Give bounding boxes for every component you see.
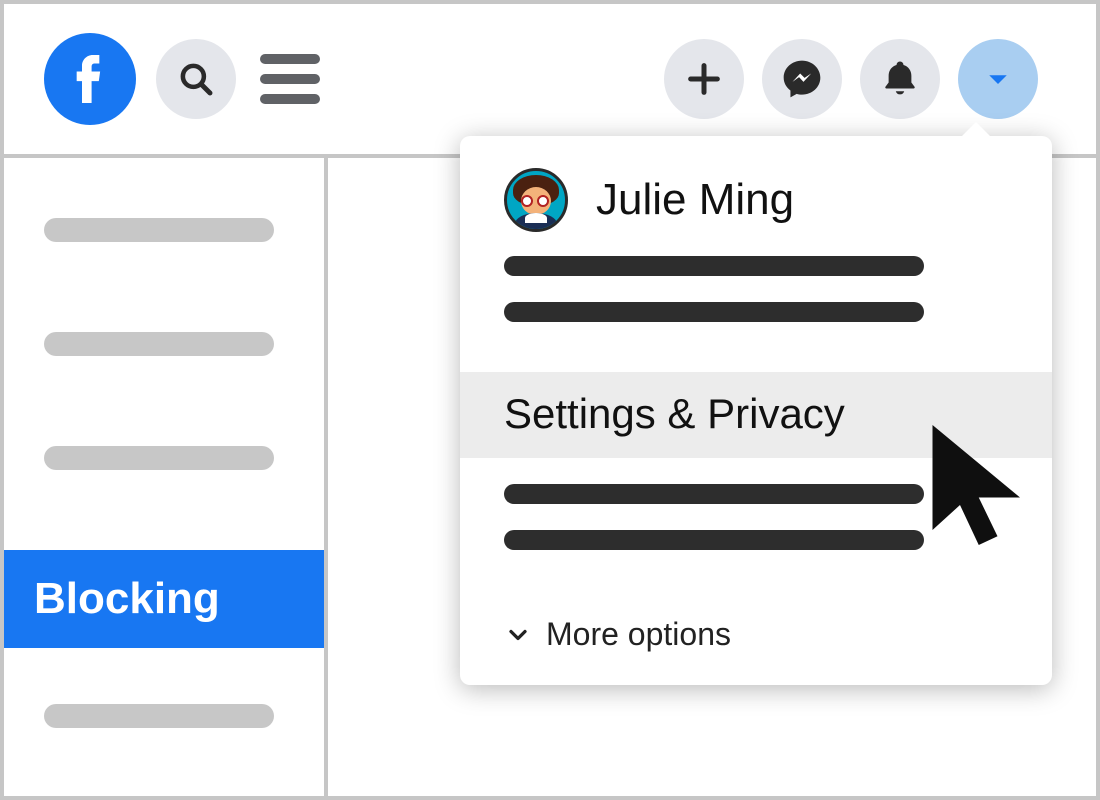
hamburger-line (260, 74, 320, 84)
top-navigation-bar (4, 4, 1096, 154)
settings-sidebar: Blocking (4, 154, 328, 796)
create-button[interactable] (664, 39, 744, 119)
messenger-button[interactable] (762, 39, 842, 119)
search-button[interactable] (156, 39, 236, 119)
settings-privacy-label: Settings & Privacy (504, 390, 845, 437)
chevron-down-icon (504, 621, 532, 649)
notifications-button[interactable] (860, 39, 940, 119)
sidebar-item-blocking[interactable]: Blocking (4, 550, 324, 648)
sidebar-active-label: Blocking (34, 574, 220, 623)
dropdown-item[interactable] (504, 256, 924, 276)
sidebar-item[interactable] (44, 218, 274, 242)
hamburger-menu-button[interactable] (260, 54, 320, 104)
facebook-logo[interactable] (44, 33, 136, 125)
sidebar-item[interactable] (44, 704, 274, 728)
search-icon (175, 58, 217, 100)
caret-down-icon (983, 64, 1013, 94)
hamburger-line (260, 54, 320, 64)
dropdown-profile-row[interactable]: Julie Ming (460, 164, 1052, 256)
more-options-label: More options (546, 616, 731, 653)
account-menu-button[interactable] (958, 39, 1038, 119)
plus-icon (684, 59, 724, 99)
messenger-icon (780, 57, 824, 101)
user-avatar (504, 168, 568, 232)
account-dropdown-menu: Julie Ming Settings & Privacy More optio… (460, 136, 1052, 685)
profile-name: Julie Ming (596, 175, 794, 225)
dropdown-item[interactable] (504, 530, 924, 550)
hamburger-line (260, 94, 320, 104)
dropdown-item[interactable] (504, 484, 924, 504)
facebook-f-icon (58, 47, 122, 111)
sidebar-item[interactable] (44, 446, 274, 470)
dropdown-more-options[interactable]: More options (460, 600, 1052, 665)
dropdown-item-settings-privacy[interactable]: Settings & Privacy (460, 372, 1052, 458)
bell-icon (879, 58, 921, 100)
dropdown-item[interactable] (504, 302, 924, 322)
sidebar-item[interactable] (44, 332, 274, 356)
